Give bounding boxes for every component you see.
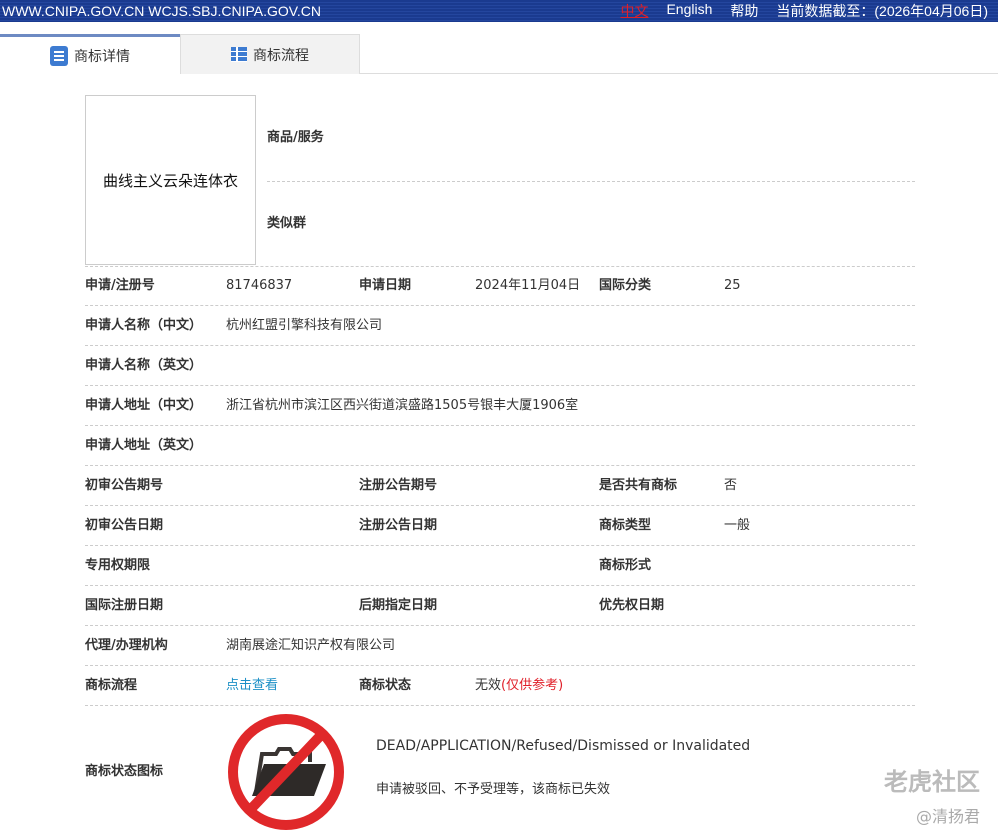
label: 注册公告日期 (359, 518, 438, 533)
row-applicant-en: 申请人名称（英文） (85, 346, 915, 386)
data-date: 当前数据截至：(2026年04月06日) (776, 3, 988, 19)
lang-chinese-link[interactable]: 中文 (620, 1, 648, 21)
goods-label: 商品/服务 (267, 130, 324, 145)
label: 优先权日期 (599, 598, 665, 613)
row-pub-no: 初审公告期号 注册公告期号 是否共有商标 否 (85, 466, 915, 506)
row-agent: 代理/办理机构 湖南展途汇知识产权有限公司 (85, 626, 915, 666)
label: 国际注册日期 (85, 598, 164, 613)
agent: 湖南展途汇知识产权有限公司 (226, 638, 396, 653)
divider (267, 181, 915, 182)
row-flow: 商标流程 点击查看 商标状态 无效(仅供参考) (85, 666, 915, 706)
tab-process[interactable]: 商标流程 (180, 34, 360, 74)
row-address-cn: 申请人地址（中文） 浙江省杭州市滨江区西兴街道滨盛路1505号银丰大厦1906室 (85, 386, 915, 426)
label: 专用权期限 (85, 558, 151, 573)
label: 商标状态 (359, 678, 412, 693)
trademark-text: 曲线主义云朵连体衣 (102, 171, 238, 190)
label: 申请人名称（英文） (85, 358, 203, 373)
label: 后期指定日期 (359, 598, 438, 613)
row-applicant-cn: 申请人名称（中文） 杭州红盟引擎科技有限公司 (85, 306, 915, 346)
similar-group-label: 类似群 (267, 216, 307, 231)
label: 代理/办理机构 (85, 638, 168, 653)
help-link[interactable]: 帮助 (730, 1, 758, 21)
label: 申请人地址（英文） (85, 438, 203, 453)
label: 初审公告日期 (85, 518, 164, 533)
app-date: 2024年11月04日 (475, 278, 581, 293)
view-flow-link[interactable]: 点击查看 (226, 666, 278, 706)
type-value: 一般 (724, 518, 751, 533)
label: 申请日期 (359, 278, 412, 293)
site-urls: WWW.CNIPA.GOV.CN WCJS.SBJ.CNIPA.GOV.CN (2, 3, 321, 19)
status-icon-label: 商标状态图标 (85, 764, 164, 779)
label: 商标形式 (599, 558, 652, 573)
trademark-image: 曲线主义云朵连体衣 (85, 95, 256, 265)
status-value: 无效 (475, 678, 502, 693)
label: 商标类型 (599, 518, 652, 533)
row-pub-date: 初审公告日期 注册公告日期 商标类型 一般 (85, 506, 915, 546)
tab-details[interactable]: 商标详情 (0, 34, 180, 74)
reg-no: 81746837 (226, 278, 293, 293)
row-reg-no: 申请/注册号 81746837 申请日期 2024年11月04日 国际分类 25 (85, 266, 915, 306)
applicant-cn: 杭州红盟引擎科技有限公司 (226, 318, 383, 333)
document-icon (50, 45, 68, 66)
top-bar: WWW.CNIPA.GOV.CN WCJS.SBJ.CNIPA.GOV.CN 中… (0, 0, 998, 22)
label: 申请人名称（中文） (85, 318, 203, 333)
address-cn: 浙江省杭州市滨江区西兴街道滨盛路1505号银丰大厦1906室 (226, 398, 579, 413)
row-exclusive: 专用权期限 商标形式 (85, 546, 915, 586)
shared-value: 否 (724, 478, 738, 493)
row-address-en: 申请人地址（英文） (85, 426, 915, 466)
label: 国际分类 (599, 278, 652, 293)
list-icon (231, 47, 247, 62)
row-intl-reg: 国际注册日期 后期指定日期 优先权日期 (85, 586, 915, 626)
intl-class: 25 (724, 278, 741, 293)
tab-label: 商标流程 (253, 47, 309, 64)
status-cn: 申请被驳回、不予受理等，该商标已失效 (376, 782, 611, 797)
tab-label: 商标详情 (74, 48, 130, 65)
status-en: DEAD/APPLICATION/Refused/Dismissed or In… (376, 738, 751, 754)
label: 商标流程 (85, 678, 138, 693)
label: 注册公告期号 (359, 478, 438, 493)
status-note: (仅供参考) (501, 678, 564, 693)
label: 是否共有商标 (599, 478, 678, 493)
prohibited-folder-icon (228, 714, 344, 830)
label: 申请人地址（中文） (85, 398, 203, 413)
tab-bar: 商标详情 商标流程 (0, 34, 998, 74)
label: 初审公告期号 (85, 478, 164, 493)
label: 申请/注册号 (85, 278, 155, 293)
lang-english-link[interactable]: English (666, 1, 712, 21)
watermark-brand: 老虎社区 (884, 768, 980, 796)
watermark-author: @清扬君 (915, 807, 980, 826)
